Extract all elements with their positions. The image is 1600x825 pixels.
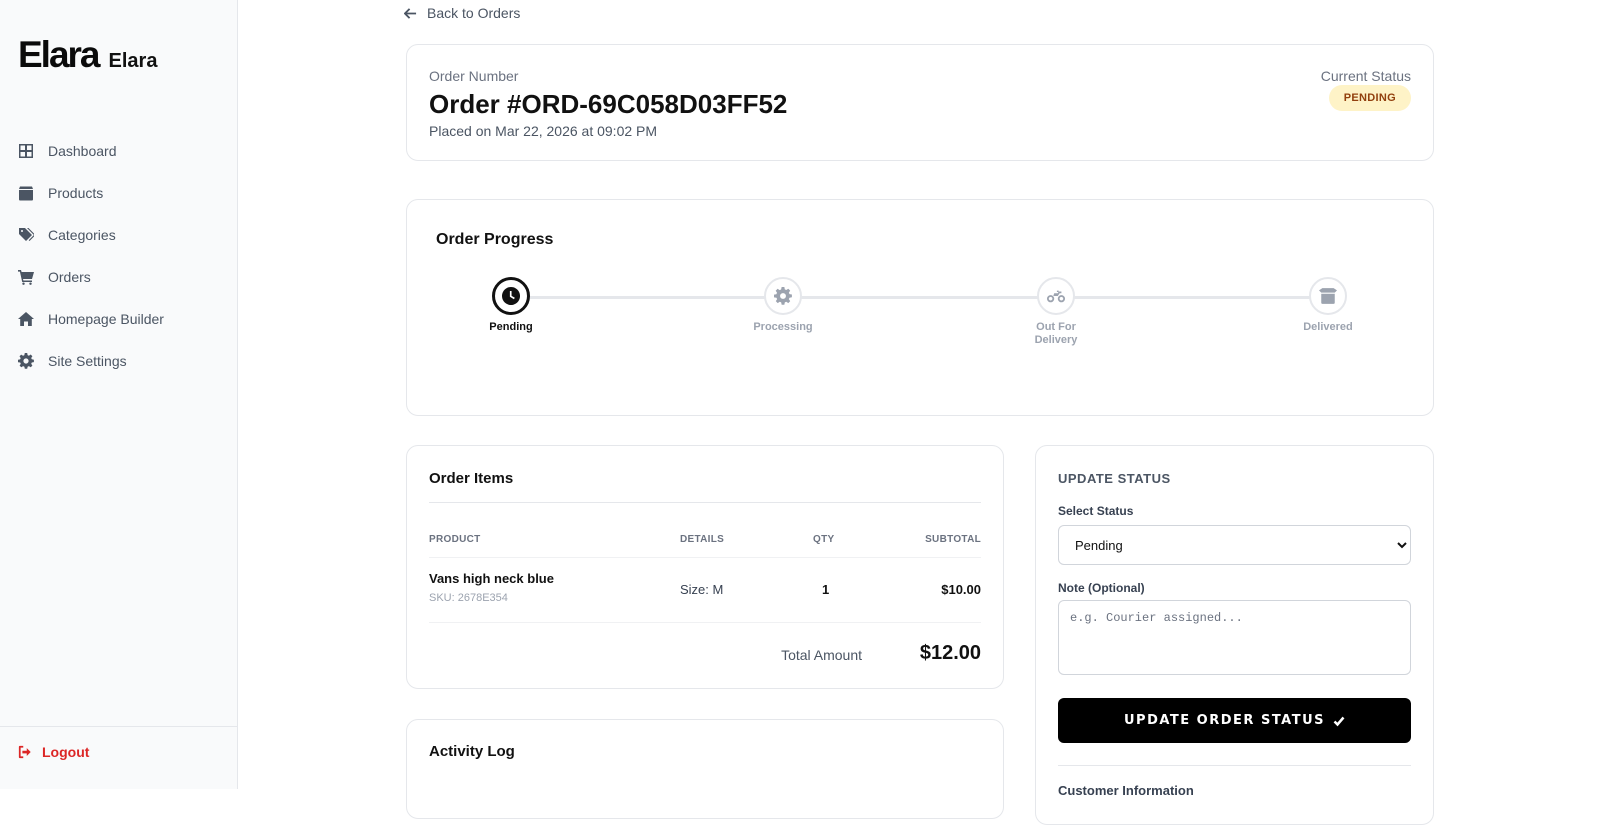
sidebar-item-label: Categories (48, 227, 116, 243)
update-status-title: UPDATE STATUS (1058, 471, 1171, 486)
divider (1058, 765, 1411, 766)
step-circle (1309, 277, 1347, 315)
logout-label: Logout (42, 744, 90, 760)
progress-step-processing: Processing (733, 277, 833, 334)
note-input[interactable] (1058, 600, 1411, 675)
brand-logo: Elara (18, 34, 101, 75)
progress-track (511, 296, 1328, 299)
back-to-orders-link[interactable]: Back to Orders (404, 4, 520, 22)
sidebar-item-orders[interactable]: Orders (0, 256, 238, 298)
total-amount-value: $12.00 (919, 642, 981, 664)
motorcycle-icon (1047, 290, 1065, 303)
activity-log-title: Activity Log (429, 743, 515, 760)
progress-step-out-for-delivery: Out For Delivery (1006, 277, 1106, 347)
activity-log-card: Activity Log (406, 719, 1004, 819)
progress-step-pending: Pending (461, 277, 561, 334)
divider (429, 502, 981, 503)
divider (429, 557, 981, 558)
divider (429, 622, 981, 623)
sidebar-item-products[interactable]: Products (0, 172, 238, 214)
order-header-card: Order Number Order #ORD-69C058D03FF52 Pl… (406, 44, 1434, 161)
sidebar-item-categories[interactable]: Categories (0, 214, 238, 256)
step-circle (492, 277, 530, 315)
check-icon (1333, 716, 1345, 726)
step-circle (1037, 277, 1075, 315)
back-link-label: Back to Orders (427, 5, 521, 21)
sidebar-item-label: Orders (48, 269, 91, 285)
gear-icon (774, 287, 792, 305)
select-status-label: Select Status (1058, 504, 1134, 518)
box-icon (19, 186, 33, 201)
brand-name: Elara (108, 50, 158, 72)
update-order-status-button[interactable]: UPDATE ORDER STATUS (1058, 698, 1411, 743)
cart-icon (18, 270, 34, 285)
sidebar-item-label: Dashboard (48, 143, 117, 159)
order-progress-card: Order Progress Pending Processing Out Fo… (406, 199, 1434, 416)
package-icon (1319, 288, 1337, 304)
step-label: Pending (489, 321, 533, 333)
sidebar-nav: Dashboard Products Categories Orders Hom… (0, 130, 238, 382)
sidebar-item-label: Site Settings (48, 353, 127, 369)
order-placed-date: Placed on Mar 22, 2026 at 09:02 PM (429, 123, 658, 139)
step-label: Processing (753, 321, 813, 333)
sidebar-item-homepage-builder[interactable]: Homepage Builder (0, 298, 238, 340)
column-header-qty: QTY (813, 534, 835, 545)
logout-button[interactable]: Logout (0, 737, 238, 767)
column-header-subtotal: SUBTOTAL (925, 534, 981, 545)
gear-icon (18, 353, 34, 369)
sidebar-footer: Logout (0, 726, 238, 767)
sidebar: Elara Elara Dashboard Products Categorie… (0, 0, 238, 789)
product-sku: SKU: 2678E354 (429, 592, 508, 604)
sign-out-icon (18, 745, 31, 759)
product-name: Vans high neck blue (429, 571, 554, 586)
order-title: Order #ORD-69C058D03FF52 (429, 89, 788, 119)
brand[interactable]: Elara Elara (18, 34, 157, 76)
grid-icon (19, 144, 33, 158)
column-header-product: PRODUCT (429, 534, 481, 545)
sidebar-item-dashboard[interactable]: Dashboard (0, 130, 238, 172)
product-qty: 1 (822, 582, 830, 597)
order-number-label: Order Number (429, 68, 519, 84)
home-icon (18, 312, 34, 326)
status-select[interactable]: Pending (1058, 525, 1411, 565)
step-circle (764, 277, 802, 315)
step-label: Out For Delivery (1034, 321, 1078, 346)
clock-icon (502, 287, 520, 305)
progress-step-delivered: Delivered (1278, 277, 1378, 334)
note-label: Note (Optional) (1058, 581, 1145, 595)
product-details: Size: M (680, 582, 724, 597)
order-progress-title: Order Progress (436, 231, 554, 248)
column-header-details: DETAILS (680, 534, 725, 545)
sidebar-item-site-settings[interactable]: Site Settings (0, 340, 238, 382)
sidebar-item-label: Products (48, 185, 104, 201)
customer-information-label: Customer Information (1058, 783, 1194, 798)
current-status-label: Current Status (1320, 68, 1411, 84)
product-subtotal: $10.00 (941, 582, 981, 597)
order-items-title: Order Items (429, 470, 514, 487)
order-items-card: Order Items PRODUCT DETAILS QTY SUBTOTAL… (406, 445, 1004, 689)
update-status-card: UPDATE STATUS Select Status Pending Note… (1035, 445, 1434, 825)
step-label: Delivered (1303, 321, 1353, 333)
update-button-label: UPDATE ORDER STATUS (1123, 713, 1326, 728)
arrow-left-icon (404, 7, 417, 19)
tags-icon (19, 228, 34, 241)
status-badge: PENDING (1328, 85, 1411, 111)
total-amount-label: Total Amount (781, 647, 862, 663)
sidebar-item-label: Homepage Builder (48, 311, 164, 327)
